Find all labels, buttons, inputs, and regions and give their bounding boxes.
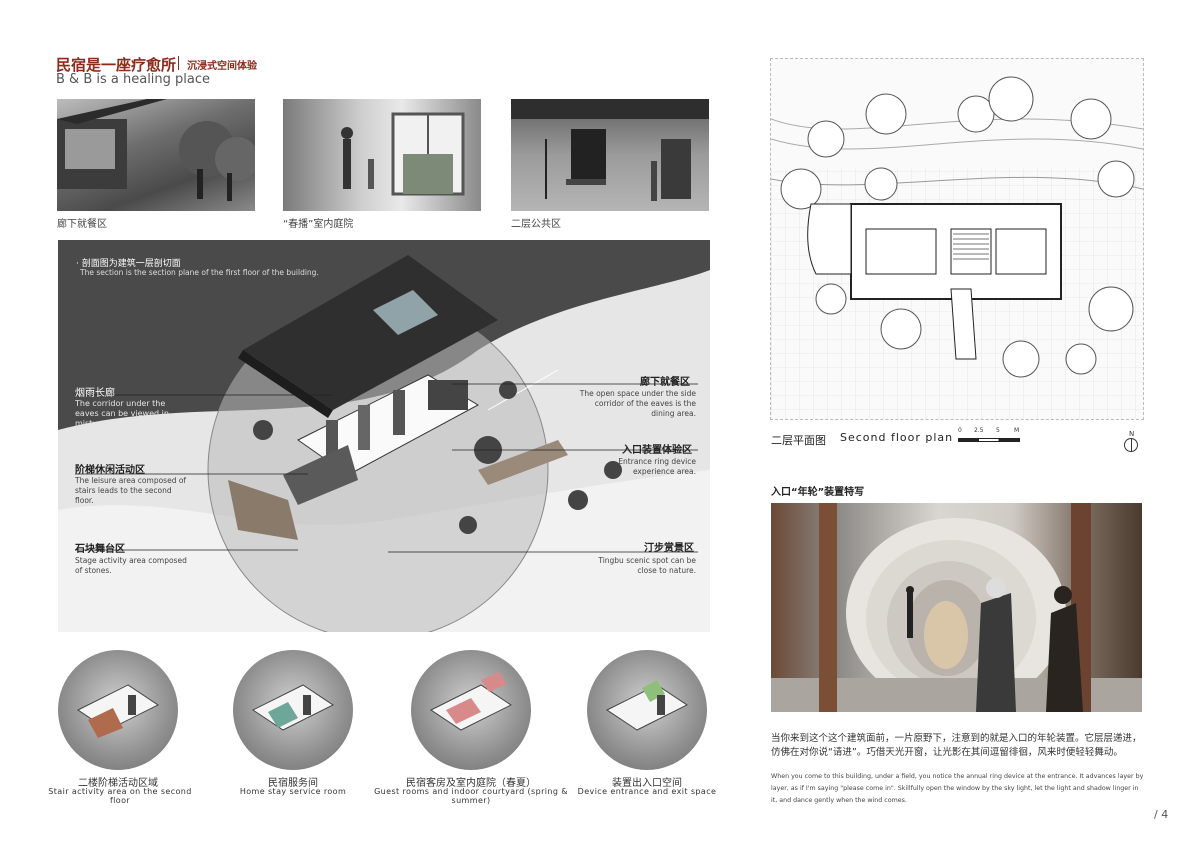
circle-service-room <box>233 650 353 770</box>
circle-caption-en-3: Guest rooms and indoor courtyard (spring… <box>374 787 568 805</box>
photo-caption-courtyard: “春播”室内庭院 <box>283 219 354 230</box>
page-number: / 4 <box>1154 808 1169 821</box>
circle-illustration-1 <box>77 684 159 738</box>
photo-caption-dining: 廊下就餐区 <box>57 219 107 230</box>
label-misty-corridor-en: The corridor under the eaves can be view… <box>75 399 175 428</box>
label-stairs-zh: 阶梯休闲活动区 <box>75 465 145 476</box>
photo-courtyard <box>283 99 481 211</box>
scale-2-5: 2.5 <box>974 427 984 434</box>
photo-public-illustration <box>511 99 709 201</box>
label-entrance-en: Entrance ring device experience area. <box>618 457 696 476</box>
circle-caption-en-1: Stair activity area on the second floor <box>48 787 192 805</box>
photo-dining <box>57 99 259 211</box>
render-description-zh: 当你来到这个这个建筑面前，一片原野下，注意到的就是入口的年轮装置。它层层递进，仿… <box>771 733 1142 758</box>
scale-0: 0 <box>958 427 962 434</box>
circle-guest-rooms <box>411 650 531 770</box>
circle-illustration-4 <box>606 680 688 731</box>
label-stage-en: Stage activity area composed of stones. <box>75 556 187 575</box>
render-title: 入口“年轮”装置特写 <box>771 487 865 498</box>
scale-unit: M <box>1014 427 1020 434</box>
second-floor-plan <box>770 58 1144 420</box>
page-title-en: B & B is a healing place <box>56 72 211 87</box>
circle-illustration-2 <box>252 684 334 731</box>
label-misty-corridor-zh: 烟雨长廊 <box>75 388 115 399</box>
plan-scale-bar: 0 2.5 5 M <box>958 427 1020 446</box>
label-dining-zh: 廊下就餐区 <box>640 377 690 388</box>
label-stage-zh: 石块舞台区 <box>75 544 125 555</box>
entrance-ring-render <box>771 503 1142 712</box>
north-arrow-icon <box>1124 438 1138 452</box>
label-stairs-en: The leisure area composed of stairs lead… <box>75 476 187 505</box>
photo-caption-public: 二层公共区 <box>511 219 561 230</box>
label-tingbu-en: Tingbu scenic spot can be close to natur… <box>598 556 696 575</box>
render-illustration <box>771 503 1142 712</box>
circle-device-entrance <box>587 650 707 770</box>
title-divider <box>178 56 179 70</box>
label-tingbu-zh: 汀步赏景区 <box>644 543 694 554</box>
circle-illustration-3 <box>430 672 512 731</box>
circle-caption-en-2: Home stay service room <box>239 787 347 796</box>
plan-drawing <box>770 76 1144 419</box>
label-entrance-zh: 入口装置体验区 <box>622 445 692 456</box>
photo-courtyard-illustration <box>341 112 465 196</box>
render-description-en: When you come to this building, under a … <box>771 773 1144 804</box>
label-dining-en: The open space under the side corridor o… <box>579 389 696 418</box>
circle-stair-activity <box>58 650 178 770</box>
plan-title-zh: 二层平面图 <box>771 434 826 447</box>
north-arrow-label: N <box>1129 430 1135 438</box>
plan-title-en: Second floor plan <box>840 431 954 444</box>
circle-caption-en-4: Device entrance and exit space <box>577 787 717 796</box>
photo-dining-illustration <box>57 99 259 201</box>
photo-public-area <box>511 99 709 211</box>
scale-5: 5 <box>996 427 1000 434</box>
page-subtitle-zh: 沉浸式空间体验 <box>187 61 257 72</box>
